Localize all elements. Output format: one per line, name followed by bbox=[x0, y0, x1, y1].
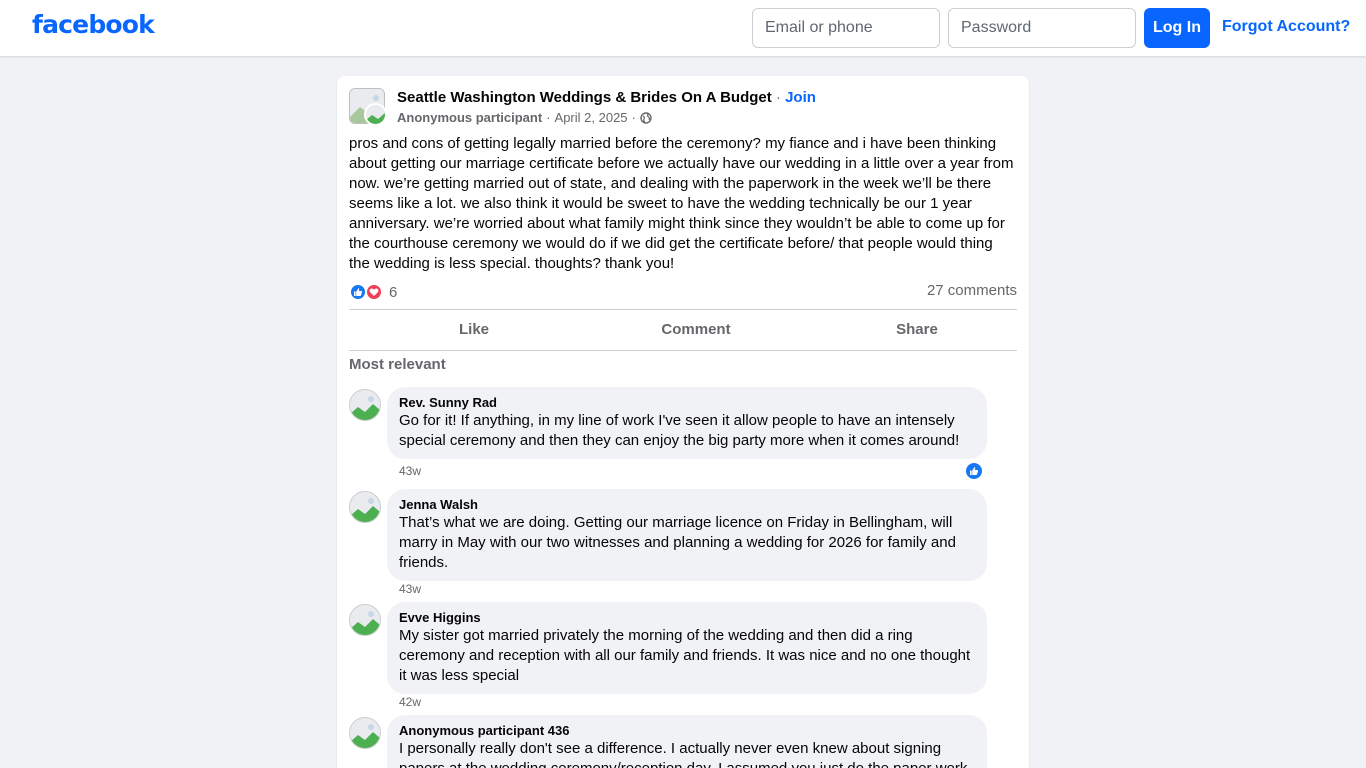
separator-dot: · bbox=[631, 110, 636, 125]
comment-bubble: Jenna Walsh That’s what we are doing. Ge… bbox=[387, 489, 987, 581]
comment-text: That’s what we are doing. Getting our ma… bbox=[399, 514, 956, 571]
comment-text: My sister got married privately the morn… bbox=[399, 627, 971, 684]
reactions-summary[interactable]: 6 bbox=[349, 282, 397, 302]
share-button[interactable]: Share bbox=[807, 315, 1027, 345]
comment-timestamp[interactable]: 42w bbox=[399, 695, 421, 709]
comment-bubble: Anonymous participant 436 I personally r… bbox=[387, 715, 987, 768]
comment-text: Go for it! If anything, in my line of wo… bbox=[399, 412, 960, 449]
commenter-name[interactable]: Rev. Sunny Rad bbox=[399, 395, 975, 411]
post-body-text: pros and cons of getting legally married… bbox=[349, 135, 1014, 272]
facebook-logo[interactable]: facebook bbox=[32, 10, 155, 39]
group-avatar[interactable] bbox=[349, 88, 387, 126]
avatar[interactable] bbox=[349, 389, 381, 421]
commenter-name[interactable]: Jenna Walsh bbox=[399, 497, 975, 513]
commenter-name[interactable]: Evve Higgins bbox=[399, 610, 975, 626]
comment-timestamp[interactable]: 43w bbox=[399, 582, 421, 596]
top-navigation-bar: facebook Log In Forgot Account? bbox=[0, 0, 1366, 56]
globe-icon bbox=[640, 111, 652, 124]
post-author[interactable]: Anonymous participant bbox=[397, 110, 542, 125]
post-card: Seattle Washington Weddings & Brides On … bbox=[337, 76, 1029, 768]
comment-text: I personally really don't see a differen… bbox=[399, 740, 967, 768]
comment-button[interactable]: Comment bbox=[586, 315, 806, 345]
login-button[interactable]: Log In bbox=[1144, 8, 1210, 48]
avatar[interactable] bbox=[349, 604, 381, 636]
join-group-link[interactable]: Join bbox=[785, 89, 816, 106]
author-avatar-small bbox=[364, 103, 387, 126]
group-name-link[interactable]: Seattle Washington Weddings & Brides On … bbox=[397, 89, 772, 106]
comment-sort-dropdown[interactable]: Most relevant bbox=[349, 356, 446, 373]
email-input[interactable] bbox=[752, 8, 940, 48]
comment-bubble: Rev. Sunny Rad Go for it! If anything, i… bbox=[387, 387, 987, 459]
avatar[interactable] bbox=[349, 717, 381, 749]
forgot-account-link[interactable]: Forgot Account? bbox=[1222, 18, 1350, 36]
password-input[interactable] bbox=[948, 8, 1136, 48]
like-reaction-icon bbox=[349, 283, 367, 301]
reaction-count: 6 bbox=[389, 283, 398, 301]
post-meta: Anonymous participant · April 2, 2025 · bbox=[397, 110, 652, 125]
separator-dot: · bbox=[775, 89, 781, 106]
post-header-title: Seattle Washington Weddings & Brides On … bbox=[397, 89, 816, 106]
love-reaction-icon bbox=[365, 283, 383, 301]
avatar[interactable] bbox=[349, 491, 381, 523]
commenter-name[interactable]: Anonymous participant 436 bbox=[399, 723, 975, 739]
like-reaction-icon bbox=[965, 462, 983, 480]
post-date[interactable]: April 2, 2025 bbox=[555, 110, 628, 125]
divider bbox=[349, 350, 1017, 351]
comments-count-link[interactable]: 27 comments bbox=[927, 282, 1017, 299]
divider bbox=[349, 309, 1017, 310]
separator-dot: · bbox=[546, 110, 551, 125]
like-button[interactable]: Like bbox=[364, 315, 584, 345]
comment-timestamp[interactable]: 43w bbox=[399, 464, 421, 478]
comment-bubble: Evve Higgins My sister got married priva… bbox=[387, 602, 987, 694]
